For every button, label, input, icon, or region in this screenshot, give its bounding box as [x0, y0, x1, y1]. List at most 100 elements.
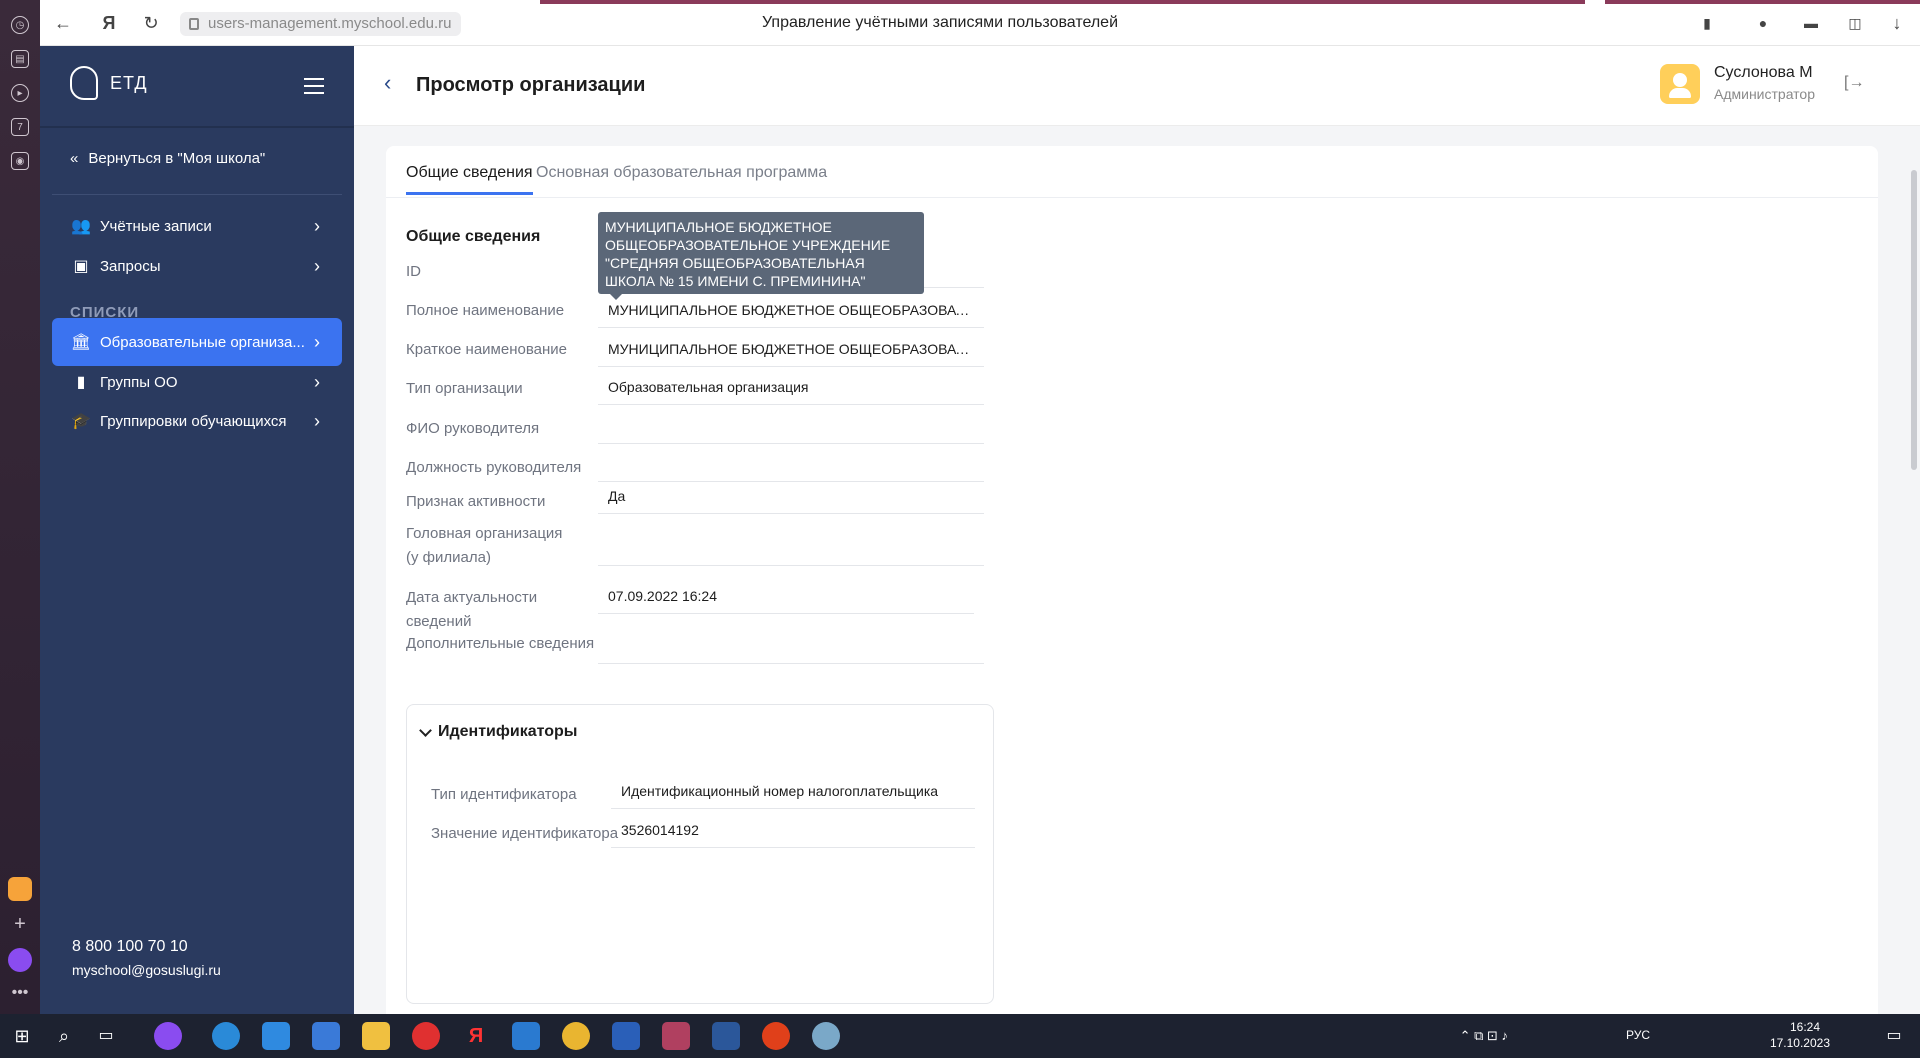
inbox-icon: ▣ — [73, 258, 89, 275]
bookmark-icon[interactable]: ▮ — [1696, 12, 1718, 34]
field-label: Дополнительные сведения — [406, 635, 595, 652]
field-value-active: Да — [598, 478, 984, 514]
app-icon[interactable] — [612, 1022, 640, 1050]
sidebar-item-label: Учётные записи — [100, 217, 212, 235]
task-view-icon[interactable]: ▭ — [92, 1022, 120, 1050]
field-value-full-name[interactable]: МУНИЦИПАЛЬНОЕ БЮДЖЕТНОЕ ОБЩЕОБРАЗОВАТЕЛЬ… — [598, 292, 984, 328]
alice-icon[interactable] — [8, 948, 32, 972]
logo-text: ЕТД — [110, 72, 148, 93]
field-value-short-name[interactable]: МУНИЦИПАЛЬНОЕ БЮДЖЕТНОЕ ОБЩЕОБРАЗОВАТЕЛЬ… — [598, 331, 984, 367]
field-label: Тип идентификатора — [431, 786, 577, 803]
logo[interactable]: ЕТД — [70, 66, 148, 100]
alice-icon[interactable] — [154, 1022, 182, 1050]
field-label: ФИО руководителя — [406, 420, 540, 437]
logout-icon[interactable]: [→ — [1844, 74, 1864, 92]
chevron-down-icon — [419, 723, 432, 737]
add-icon[interactable]: + — [14, 913, 26, 936]
clock-time[interactable]: 16:24 — [1790, 1020, 1820, 1034]
taskbar: ⊞ ⌕ ▭ Я ⌃ ⧉ ⊡ ♪ РУС 16:24 17.10.2023 ▭ — [0, 1014, 1920, 1058]
main-content: ‹ Просмотр организации Суслонова М Админ… — [354, 46, 1920, 1046]
avatar[interactable] — [1660, 64, 1700, 104]
word-icon[interactable] — [712, 1022, 740, 1050]
explorer-icon[interactable] — [362, 1022, 390, 1050]
yandex-browser-icon[interactable] — [412, 1022, 440, 1050]
support-phone[interactable]: 8 800 100 70 10 — [72, 938, 188, 956]
field-label: Дата актуальности сведений — [406, 589, 538, 630]
section-title: Общие сведения — [406, 228, 541, 245]
menu-icon[interactable] — [304, 78, 324, 99]
paint-icon[interactable] — [812, 1022, 840, 1050]
yandex-active-icon[interactable] — [662, 1022, 690, 1050]
chevron-right-icon: › — [314, 216, 320, 236]
divider — [52, 194, 342, 195]
support-email[interactable]: myschool@gosuslugi.ru — [72, 962, 221, 978]
institution-icon: 🏛 — [70, 334, 92, 351]
field-label: Признак активности — [406, 493, 546, 510]
tray-icons[interactable]: ⌃ ⧉ ⊡ ♪ — [1460, 1028, 1508, 1044]
clock-date[interactable]: 17.10.2023 — [1770, 1036, 1830, 1050]
chrome-icon[interactable] — [562, 1022, 590, 1050]
protect-icon[interactable]: ▬ — [1800, 12, 1822, 34]
app-icon[interactable] — [512, 1022, 540, 1050]
field-value-additional — [598, 628, 984, 664]
field-value-head-position — [598, 446, 984, 482]
camera-icon[interactable]: ◉ — [11, 152, 29, 170]
chevron-right-icon: › — [314, 411, 320, 431]
field-label: Тип организации — [406, 380, 523, 397]
tab-main-program[interactable]: Основная образовательная программа — [536, 164, 827, 182]
language-indicator[interactable]: РУС — [1626, 1028, 1650, 1042]
sidebar-item-label: Запросы — [100, 257, 161, 275]
user-name[interactable]: Суслонова М — [1714, 64, 1813, 82]
page-title: Управление учётными записями пользовател… — [761, 14, 1119, 31]
store-icon[interactable] — [312, 1022, 340, 1050]
collections-icon[interactable]: ◫ — [1844, 12, 1866, 34]
full-name-tooltip: МУНИЦИПАЛЬНОЕ БЮДЖЕТНОЕ ОБЩЕОБРАЗОВАТЕЛЬ… — [598, 212, 924, 300]
chevron-right-icon: › — [314, 332, 320, 352]
back-link-label: Вернуться в "Моя школа" — [88, 150, 266, 167]
back-to-school-link[interactable]: « Вернуться в "Моя школа" — [70, 150, 265, 167]
identifiers-toggle[interactable]: Идентификаторы — [419, 723, 577, 741]
identifiers-panel: Идентификаторы Тип идентификатора Иденти… — [406, 704, 994, 1004]
field-label: Должность руководителя — [406, 459, 582, 476]
sidebar: ЕТД « Вернуться в "Моя школа" 👥 Учётные … — [40, 46, 354, 1014]
field-value-identifier-type: Идентификационный номер налогоплательщик… — [611, 773, 975, 809]
mail-icon[interactable] — [262, 1022, 290, 1050]
divider — [40, 126, 354, 128]
tab-general[interactable]: Общие сведения — [406, 164, 533, 195]
sidebar-item-requests[interactable]: ▣ Запросы › — [52, 242, 342, 290]
graduation-cap-icon: 🎓 — [71, 413, 91, 430]
users-icon: 👥 — [71, 218, 91, 235]
tab-accent — [540, 0, 1585, 4]
field-label: Краткое наименование — [406, 341, 567, 358]
history-icon[interactable]: ◷ — [11, 16, 29, 34]
mail-app-icon[interactable] — [8, 877, 32, 901]
collections-icon[interactable]: ▤ — [11, 50, 29, 68]
search-icon[interactable]: ⌕ — [50, 1022, 78, 1050]
calendar-icon[interactable]: 7 — [11, 118, 29, 136]
download-icon[interactable]: ↓ — [1886, 12, 1908, 34]
organization-card: Общие сведения Основная образовательная … — [386, 146, 1878, 1046]
yandex-icon[interactable]: Я — [462, 1022, 490, 1050]
start-icon[interactable]: ⊞ — [8, 1022, 36, 1050]
field-value-org-type: Образовательная организация — [598, 369, 984, 405]
notifications-icon[interactable]: ▭ — [1880, 1022, 1908, 1050]
scrollbar-thumb[interactable] — [1911, 170, 1917, 470]
double-chevron-left-icon: « — [70, 150, 79, 167]
back-arrow-icon[interactable]: ‹ — [384, 70, 391, 96]
user-role: Администратор — [1714, 86, 1816, 102]
sidebar-item-label: Группы ОО — [100, 373, 178, 391]
tab-bar: Общие сведения Основная образовательная … — [386, 146, 1878, 198]
scrollbar[interactable] — [1910, 126, 1918, 1014]
chevron-right-icon: › — [314, 372, 320, 392]
more-icon[interactable]: ••• — [12, 984, 29, 1002]
edge-icon[interactable] — [212, 1022, 240, 1050]
app-icon[interactable] — [762, 1022, 790, 1050]
extension-icon[interactable]: ● — [1752, 12, 1774, 34]
page-heading: Просмотр организации — [416, 74, 646, 96]
play-icon[interactable]: ▸ — [11, 84, 29, 102]
chevron-right-icon: › — [314, 256, 320, 276]
tab-accent — [1605, 0, 1920, 4]
field-label: ID — [406, 263, 421, 280]
field-value-date: 07.09.2022 16:24 — [598, 578, 974, 614]
sidebar-item-student-groupings[interactable]: 🎓 Группировки обучающихся › — [52, 397, 342, 445]
